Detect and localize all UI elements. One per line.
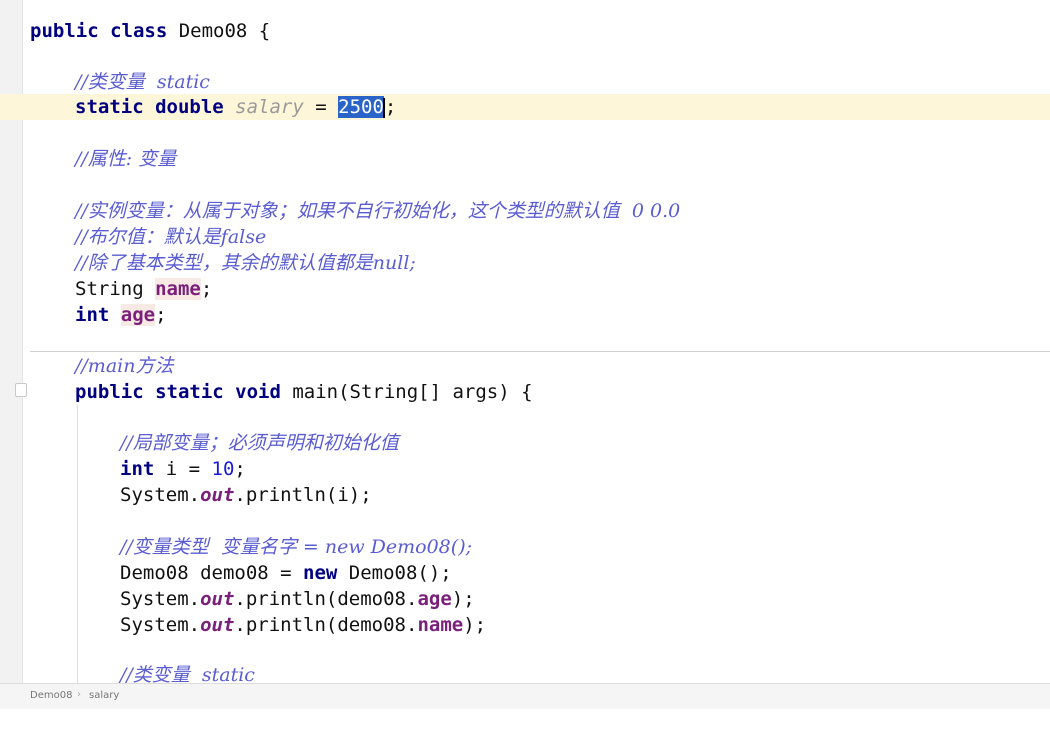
code-line[interactable]: //除了基本类型，其余的默认值都是null; [0,250,1050,276]
code-text: System. [120,614,201,636]
selected-number[interactable]: 2500 [338,96,384,118]
breadcrumb-separator: › [77,689,81,700]
code-editor[interactable]: public class Demo08 { //类变量 static stati… [0,0,1050,686]
code-text: ); [463,614,487,636]
field-name: age [120,304,156,326]
code-line[interactable]: //main方法 [0,353,1050,379]
keyword: new [303,562,349,584]
keyword: public class [30,20,179,42]
code-line[interactable]: //布尔值：默认是false [0,224,1050,250]
code-text: System. [120,588,201,610]
type-name: String [75,278,156,300]
keyword: int [120,458,166,480]
code-text: Demo08 demo08 = [120,562,304,584]
comment: //实例变量：从属于对象；如果不自行初始化，这个类型的默认值 0 0.0 [75,200,681,222]
code-line[interactable]: System.out.println(demo08.name); [0,612,1050,638]
comment: //类变量 static [75,71,210,93]
code-line[interactable]: //局部变量；必须声明和初始化值 [0,430,1050,456]
code-line[interactable]: System.out.println(demo08.age); [0,586,1050,612]
static-field: out [200,588,235,610]
breadcrumb-bar: Demo08 › salary [0,683,1050,709]
comment: //布尔值：默认是false [75,226,267,248]
code-text: System. [120,484,201,506]
comment: //除了基本类型，其余的默认值都是null; [75,252,416,274]
code-line[interactable]: public class Demo08 { [0,18,1050,44]
terminator: ; [384,96,397,118]
code-line[interactable]: String name; [0,276,1050,302]
code-line[interactable]: //类变量 static [0,69,1050,95]
static-field: out [200,484,235,506]
code-text: i = [165,458,212,480]
keyword: public static void [75,381,293,403]
code-line[interactable]: int age; [0,302,1050,328]
static-field: out [200,614,235,636]
code-text: .println(i); [234,484,372,506]
code-text: .println(demo08. [234,588,418,610]
code-line[interactable]: System.out.println(i); [0,482,1050,508]
code-line[interactable]: //变量类型 变量名字 = new Demo08(); [0,534,1050,560]
terminator: ; [155,304,167,326]
code-text: ); [451,588,475,610]
code-line[interactable]: public static void main(String[] args) { [0,379,1050,405]
current-line[interactable]: static double salary = 2500; [0,94,1050,120]
comment: //局部变量；必须声明和初始化值 [120,432,399,454]
terminator: ; [200,278,213,300]
operator: = [303,96,339,118]
code-text: Demo08(); [348,562,452,584]
code-line[interactable]: int i = 10; [0,456,1050,482]
number-literal: 10 [211,458,235,480]
variable-name: salary [235,96,304,118]
code-text: main(String[] args) { [292,381,533,403]
code-line[interactable]: //实例变量：从属于对象；如果不自行初始化，这个类型的默认值 0 0.0 [0,198,1050,224]
keyword: int [75,304,121,326]
field-name: name [155,278,201,300]
breadcrumb-field[interactable]: salary [89,690,119,701]
terminator: ; [234,458,246,480]
code-text: Demo08 { [178,20,271,42]
comment: //变量类型 变量名字 = new Demo08(); [120,536,473,558]
breadcrumb-class[interactable]: Demo08 [30,690,72,701]
code-text: .println(demo08. [234,614,418,636]
code-line[interactable]: //属性: 变量 [0,146,1050,172]
field-name: name [417,614,464,636]
field-name: age [417,588,452,610]
method-separator [30,351,1050,352]
code-line[interactable]: Demo08 demo08 = new Demo08(); [0,560,1050,586]
comment: //main方法 [75,355,174,377]
comment: //属性: 变量 [75,148,177,170]
keyword: static double [75,96,236,118]
